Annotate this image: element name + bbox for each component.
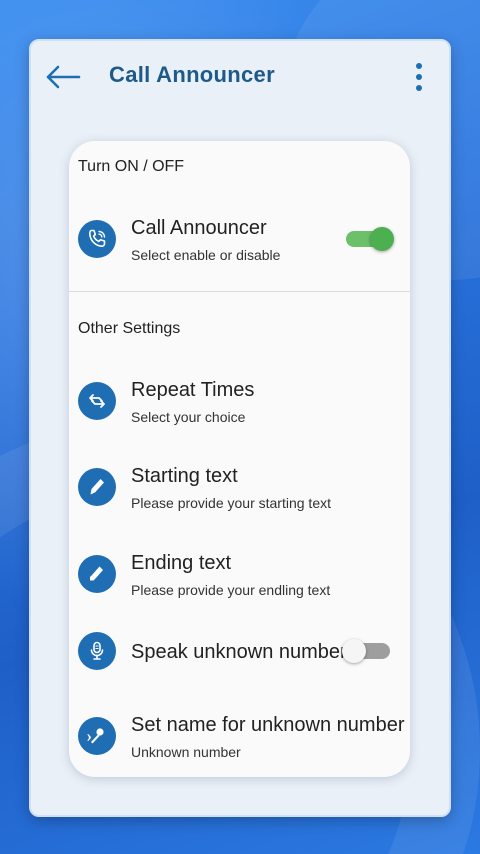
repeat-icon [78,382,116,420]
setting-call-announcer[interactable]: Call Announcer Select enable or disable [69,209,410,269]
kebab-dot-icon [416,63,422,69]
kebab-dot-icon [416,74,422,80]
setting-ending-text[interactable]: Ending text Please provide your endling … [69,544,410,604]
microphone-icon [78,632,116,670]
setting-speak-unknown-number[interactable]: Speak unknown number [69,621,410,681]
setting-subtitle: Please provide your endling text [131,582,331,598]
section-divider [69,291,410,292]
more-options-button[interactable] [409,61,429,93]
call-announcer-toggle[interactable] [346,227,394,251]
setting-title: Starting text [131,465,238,487]
setting-title: Set name for unknown number [131,714,405,736]
app-window: Call Announcer Turn ON / OFF Call Announ… [29,39,451,817]
setting-subtitle: Please provide your starting text [131,495,331,511]
setting-title: Speak unknown number [131,641,347,663]
back-button[interactable] [45,59,81,95]
page-title: Call Announcer [109,62,275,87]
settings-card: Turn ON / OFF Call Announcer Select enab… [69,141,410,777]
setting-title: Ending text [131,552,232,574]
kebab-dot-icon [416,85,422,91]
speak-unknown-number-toggle[interactable] [342,639,390,663]
setting-title: Call Announcer [131,217,267,239]
section-header-other-settings: Other Settings [78,320,181,337]
pen-icon [78,468,116,506]
toggle-knob [370,227,394,251]
section-header-turn-on-off: Turn ON / OFF [78,158,185,175]
setting-subtitle: Select enable or disable [131,247,281,263]
setting-subtitle: Select your choice [131,409,246,425]
setting-title: Repeat Times [131,379,255,401]
arrow-left-icon [46,65,81,89]
setting-subtitle: Unknown number [131,744,241,760]
setting-starting-text[interactable]: Starting text Please provide your starti… [69,457,410,517]
setting-set-name-unknown-number[interactable]: Set name for unknown number Unknown numb… [69,706,410,766]
app-bar: Call Announcer [31,41,449,113]
toggle-knob [342,639,366,663]
setting-repeat-times[interactable]: Repeat Times Select your choice [69,371,410,431]
marker-icon [78,555,116,593]
mic-wave-icon [78,717,116,755]
phone-ring-icon [78,220,116,258]
